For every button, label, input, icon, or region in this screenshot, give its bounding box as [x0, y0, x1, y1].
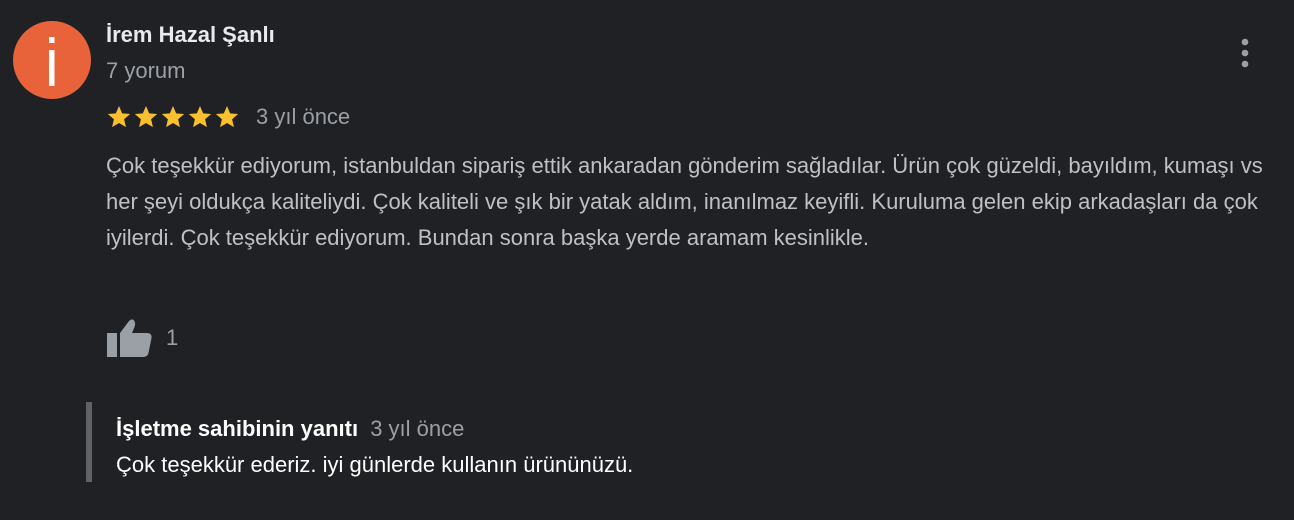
review-time: 3 yıl önce [256, 104, 351, 129]
owner-response-label: İşletme sahibinin yanıtı [116, 416, 359, 441]
more-options-button[interactable] [1230, 34, 1260, 72]
owner-response-text: Çok teşekkür ederiz. iyi günlerde kullan… [116, 452, 634, 477]
star-icon [215, 105, 239, 128]
author-name[interactable]: İrem Hazal Şanlı [106, 22, 275, 48]
star-icon [188, 105, 212, 128]
review-text: Çok teşekkür ediyorum, istanbuldan sipar… [106, 153, 1263, 250]
owner-response-time: 3 yıl önce [370, 416, 465, 441]
star-icon [107, 105, 131, 128]
like-row: 1 [106, 316, 178, 360]
star-icon [161, 105, 185, 128]
like-button[interactable] [106, 316, 154, 360]
star-rating [106, 104, 240, 130]
more-vert-icon [1241, 38, 1249, 68]
rating-row: 3 yıl önce [106, 102, 350, 132]
review-card: İrem Hazal Şanlı 7 yorum 3 yıl önce Çok … [0, 0, 1294, 520]
like-count: 1 [166, 325, 179, 350]
avatar-initial [49, 37, 55, 86]
owner-response-header: İşletme sahibinin yanıtı 3 yıl önce [116, 416, 464, 442]
owner-response: İşletme sahibinin yanıtı 3 yıl önce Çok … [86, 402, 1192, 482]
author-review-count: 7 yorum [106, 58, 186, 83]
thumbs-up-icon [107, 319, 152, 357]
avatar[interactable] [13, 21, 91, 99]
star-icon [134, 105, 158, 128]
